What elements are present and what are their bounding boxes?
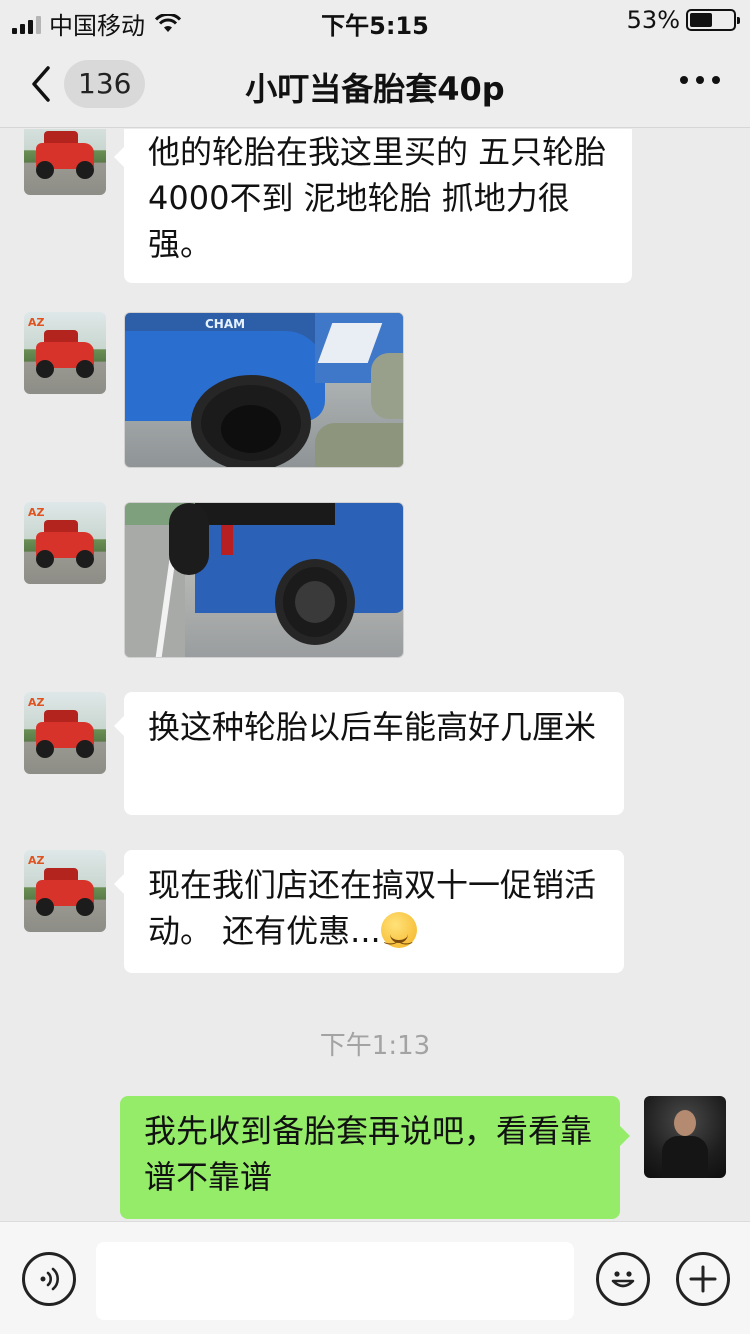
plus-icon[interactable] [676, 1252, 730, 1306]
message-timestamp: 下午1:13 [319, 1031, 431, 1061]
nav-bar: 136 小叮当备胎套40p [0, 40, 750, 128]
message-input[interactable] [96, 1242, 574, 1320]
avatar[interactable]: AZ [24, 850, 106, 932]
voice-icon[interactable] [22, 1252, 76, 1306]
emoji-icon[interactable] [596, 1252, 650, 1306]
image-message-tire-front[interactable]: CHAM [124, 312, 404, 468]
battery-percent: 53% [626, 6, 680, 34]
battery-icon [686, 9, 740, 31]
status-bar: 中国移动 下午5:15 53% [0, 0, 750, 40]
chat-title: 小叮当备胎套40p [245, 70, 505, 108]
input-bar [0, 1221, 750, 1334]
avatar[interactable]: AZ [24, 502, 106, 584]
smile-emoji-icon [380, 912, 417, 960]
avatar[interactable] [24, 129, 106, 195]
chat-list[interactable]: 他的轮胎在我这里买的 五只轮胎4000不到 泥地轮胎 抓地力很强。 AZ CHA… [0, 129, 750, 1220]
voice-wave-icon [40, 1267, 59, 1291]
smiley-face-icon [611, 1271, 635, 1288]
message-text: 换这种轮胎以后车能高好几厘米 [148, 708, 597, 746]
plus-sign-icon [689, 1265, 717, 1293]
message-bubble[interactable]: 现在我们店还在搞双十一促销活动。 还有优惠... [114, 850, 624, 973]
more-dots-icon[interactable] [680, 76, 720, 84]
battery-fill [690, 13, 713, 27]
message-text: 我先收到备胎套再说吧，看看靠谱不靠谱 [144, 1112, 593, 1196]
avatar[interactable]: AZ [24, 312, 106, 394]
status-right: 53% [626, 6, 740, 34]
message-bubble-self[interactable]: 我先收到备胎套再说吧，看看靠谱不靠谱 [120, 1096, 630, 1219]
message-text: 他的轮胎在我这里买的 五只轮胎4000不到 泥地轮胎 抓地力很强。 [148, 133, 607, 263]
image-message-tire-rear[interactable] [124, 502, 404, 658]
photo-label: CHAM [205, 317, 246, 331]
avatar[interactable]: AZ [24, 692, 106, 774]
avatar-self[interactable] [644, 1096, 726, 1178]
message-text: 现在我们店还在搞双十一促销活动。 还有优惠... [148, 866, 597, 950]
message-bubble[interactable]: 换这种轮胎以后车能高好几厘米 [114, 692, 624, 815]
message-bubble[interactable]: 他的轮胎在我这里买的 五只轮胎4000不到 泥地轮胎 抓地力很强。 [114, 129, 632, 283]
